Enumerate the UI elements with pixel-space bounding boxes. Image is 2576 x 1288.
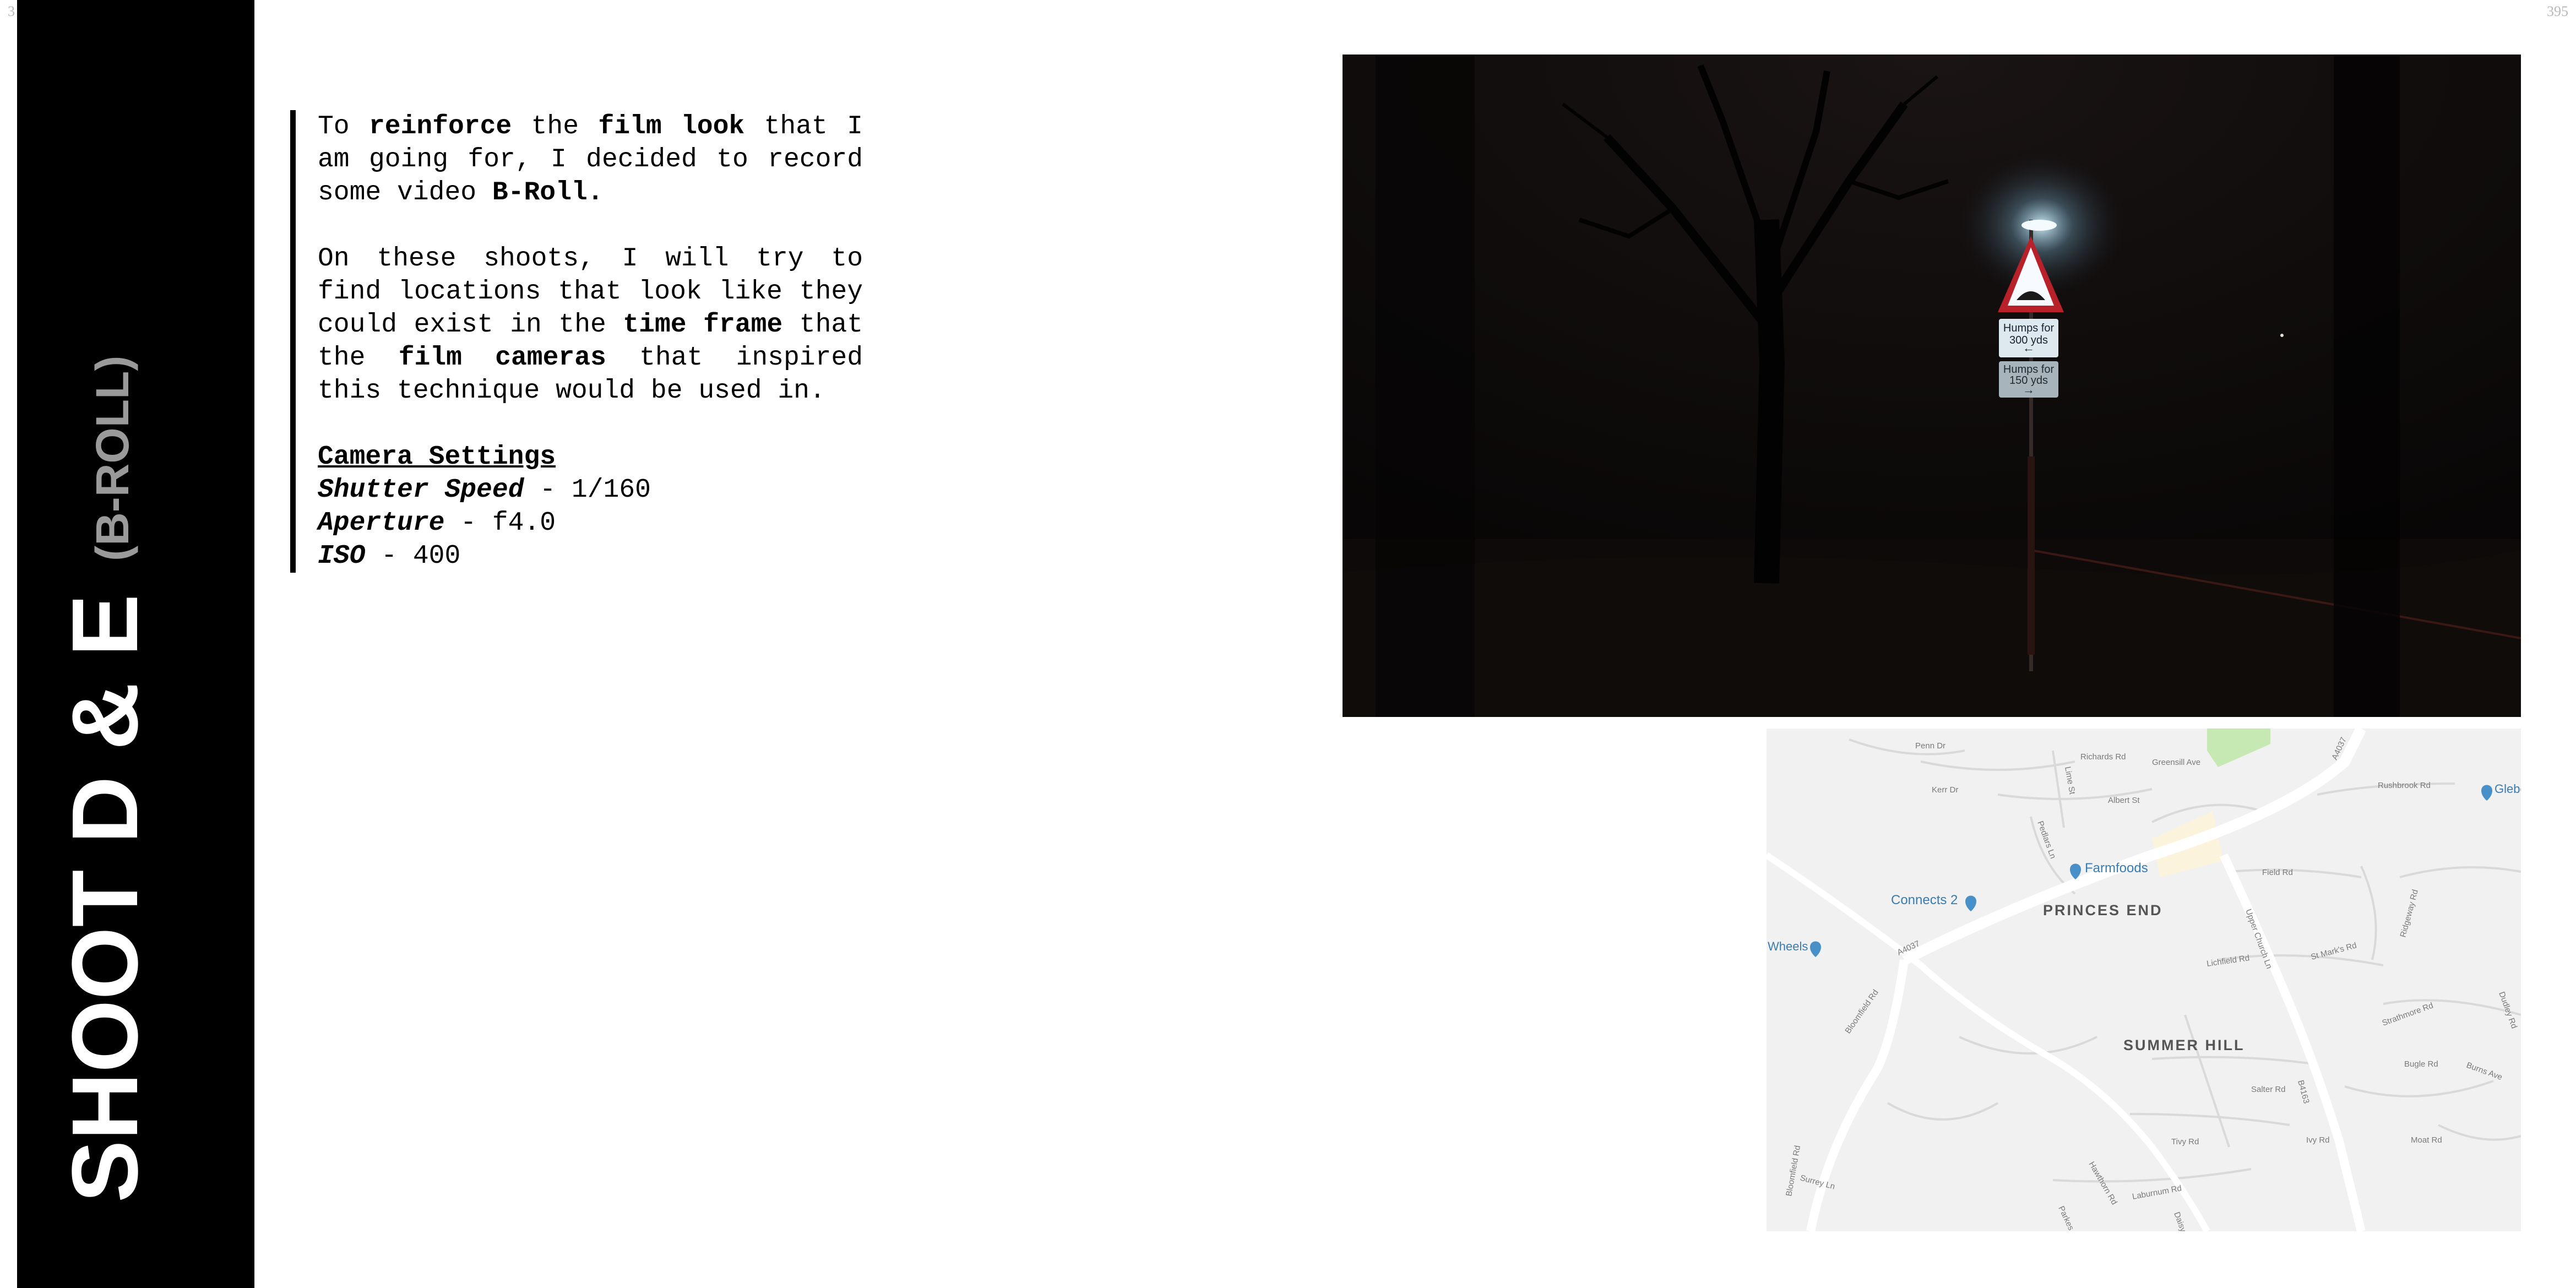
sign-top-text: Humps for (2003, 322, 2055, 334)
setting-name: Aperture (318, 508, 445, 538)
map-graphic: PRINCES END SUMMER HILL Farmfoods Connec… (1767, 729, 2521, 1231)
setting-name: Shutter Speed (318, 475, 524, 505)
sidebar-title-main: SHOOT D & E (53, 594, 157, 1203)
place-label-glebe: Glebe Prim (2495, 782, 2521, 796)
road-label: Kerr Dr (1932, 785, 1958, 795)
intro-bold: B-Roll. (492, 178, 604, 208)
place-label-connects: Connects 2 (1891, 893, 1958, 907)
road-label: Field Rd (2262, 868, 2293, 877)
lamp (2021, 220, 2057, 231)
tree-trunk-left (1376, 55, 1475, 717)
road-label: Bugle Rd (2404, 1059, 2438, 1069)
road-label: Rushbrook Rd (2378, 781, 2431, 790)
road-label: Tivy Rd (2171, 1137, 2199, 1146)
page-number-right: 395 (2547, 3, 2568, 19)
sign-bottom-text: Humps for (2003, 363, 2055, 376)
place-label-wheels: Wheels (1768, 939, 1808, 953)
distant-light (2280, 334, 2284, 337)
road-label: Salter Rd (2251, 1085, 2286, 1094)
road-label: Greensill Ave (2152, 758, 2200, 767)
road-label: Penn Dr (1915, 741, 1945, 751)
locations-bold: time frame (623, 310, 783, 340)
description-text-block: To reinforce the film look that I am goi… (290, 110, 863, 573)
area-label-summer-hill: SUMMER HILL (2123, 1037, 2245, 1053)
night-road-sign-photo: Humps for 300 yds ← Humps for 150 yds → (1343, 55, 2521, 717)
sidebar-subtitle: (B-ROLL) (86, 355, 139, 561)
road-label: Albert St (2108, 796, 2140, 805)
map-background (1767, 729, 2521, 1231)
area-label-princes-end: PRINCES END (2043, 902, 2163, 919)
setting-iso: ISO - 400 (318, 540, 863, 573)
intro-bold: film look (598, 112, 745, 142)
arrow-right-icon: → (2023, 383, 2035, 396)
setting-name: ISO (318, 541, 366, 571)
setting-aperture: Aperture - f4.0 (318, 507, 863, 540)
photo-graphic: Humps for 300 yds ← Humps for 150 yds → (1343, 55, 2521, 717)
setting-value: - f4.0 (444, 508, 556, 538)
intro-paragraph: To reinforce the film look that I am goi… (318, 110, 863, 209)
locations-paragraph: On these shoots, I will try to find loca… (318, 242, 863, 407)
sign-pole-lower (2028, 456, 2035, 655)
sidebar-title: SHOOT D & E (B-ROLL) (53, 355, 157, 1203)
tree-trunk-right (2334, 55, 2400, 717)
sidebar-title-bar: SHOOT D & E (B-ROLL) (17, 0, 254, 1288)
setting-value: - 400 (365, 541, 461, 571)
intro-text: the (512, 112, 599, 142)
setting-value: - 1/160 (524, 475, 651, 505)
page-number-left: 3 (8, 3, 15, 19)
location-map: PRINCES END SUMMER HILL Farmfoods Connec… (1767, 729, 2521, 1231)
road-label: Moat Rd (2411, 1135, 2442, 1145)
camera-settings: Camera Settings Shutter Speed - 1/160 Ap… (318, 441, 863, 573)
arrow-left-icon: ← (2023, 341, 2035, 355)
road-label: Richards Rd (2080, 752, 2126, 762)
setting-shutter-speed: Shutter Speed - 1/160 (318, 474, 863, 507)
camera-settings-heading: Camera Settings (318, 442, 556, 472)
intro-bold: reinforce (368, 112, 512, 142)
place-label-farmfoods: Farmfoods (2085, 861, 2148, 876)
locations-bold: film cameras (398, 343, 606, 373)
intro-text: To (318, 112, 369, 142)
road-label: Ivy Rd (2306, 1135, 2330, 1145)
